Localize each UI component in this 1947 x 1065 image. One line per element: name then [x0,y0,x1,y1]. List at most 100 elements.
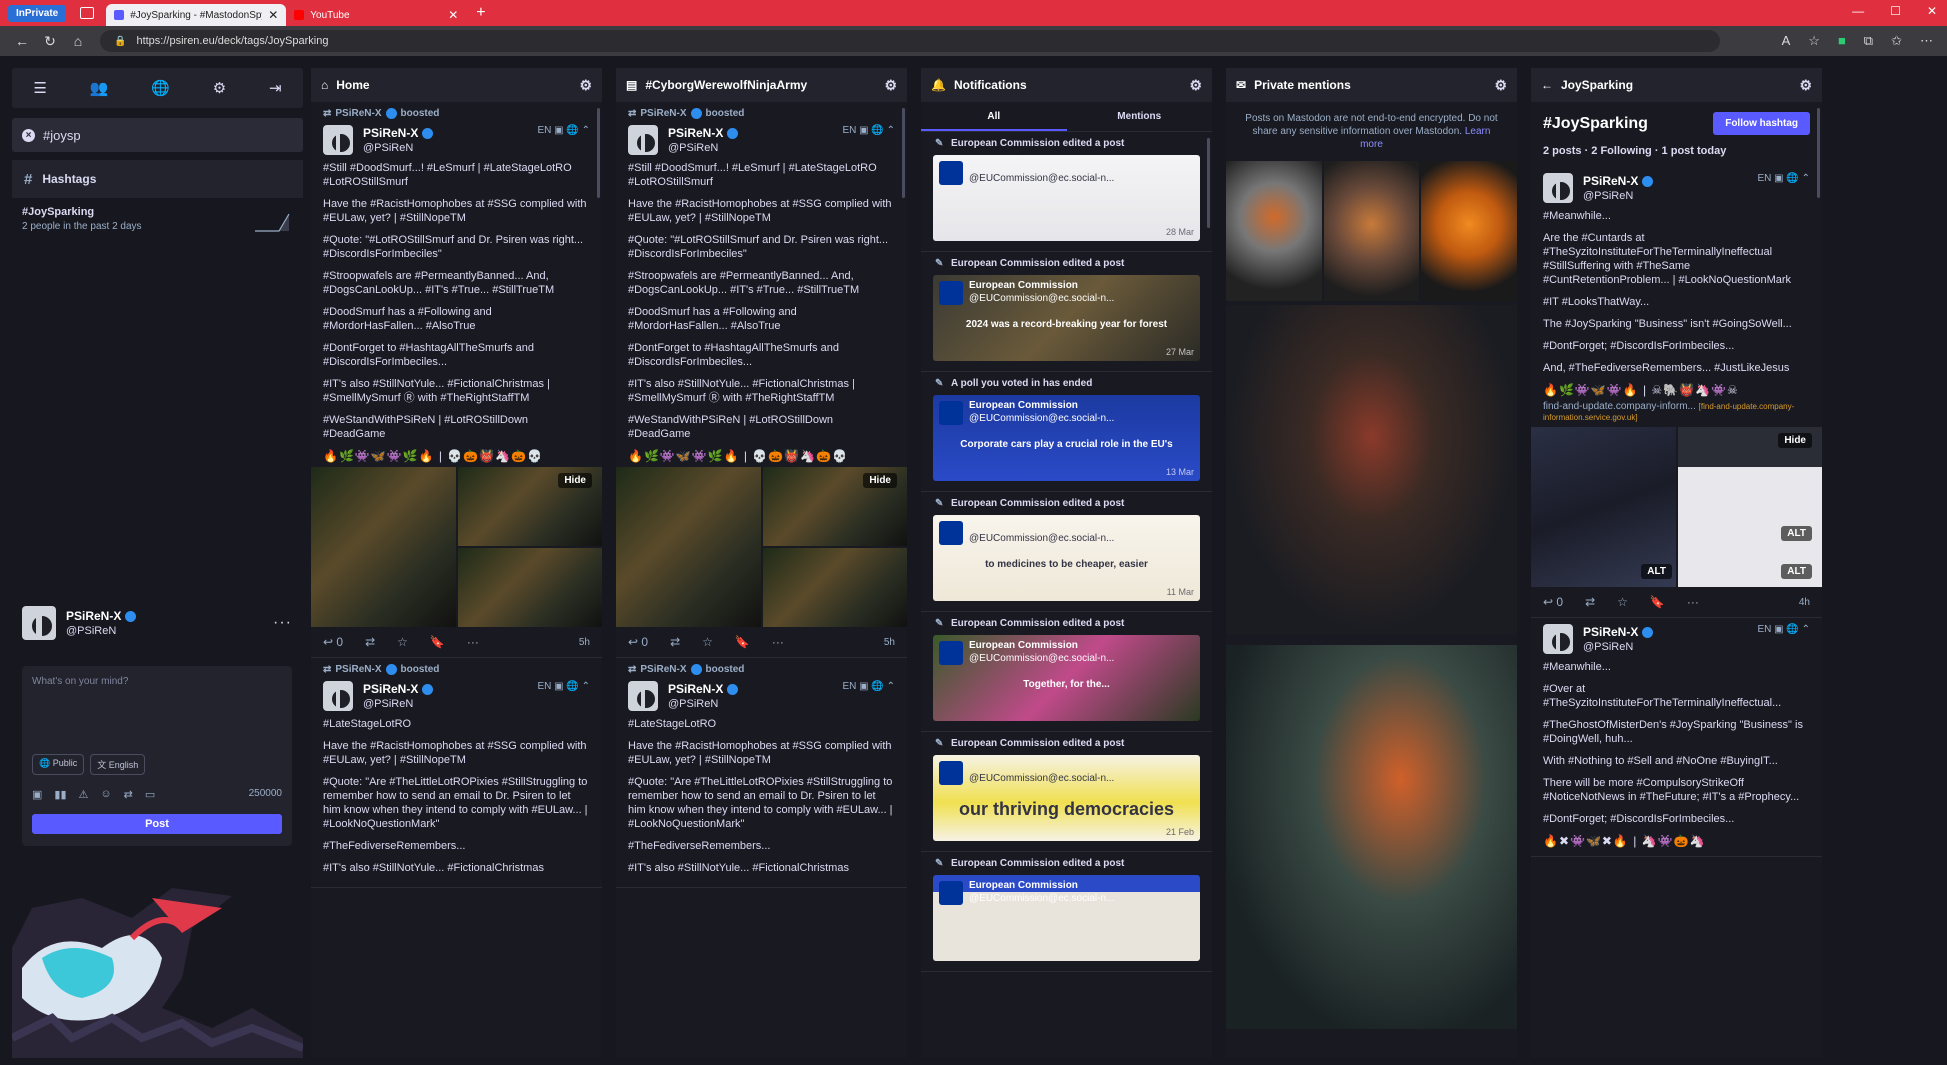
link-text[interactable]: find-and-update.company-inform... [1543,401,1696,412]
media-image[interactable] [616,467,761,627]
alt-badge[interactable]: ALT [1641,564,1672,579]
media-image[interactable] [1677,427,1822,587]
settings-icon[interactable]: ⚙ [213,79,226,97]
notification-item[interactable]: European Commission edited a post @EUComm… [921,732,1212,852]
notification-card[interactable]: @EUCommission@ec.social-n... 28 Mar [933,155,1200,241]
status-author[interactable]: PSiReN-X [1583,174,1638,188]
media-image[interactable] [311,467,456,627]
avatar[interactable] [628,681,658,711]
extensions-icon[interactable]: ⧉ [1864,33,1873,49]
globe-icon[interactable]: 🌐 [151,79,170,97]
search-input[interactable]: × #joysp [12,118,303,152]
tab-joysparking[interactable]: #JoySparking - #MastodonSpyBa ✕ [106,4,287,26]
tab-actions-icon[interactable] [80,7,95,19]
media-image[interactable] [1226,645,1517,1029]
notification-item[interactable]: European Commission edited a post @EUComm… [921,132,1212,252]
column-settings-icon[interactable]: ⚙ [1189,77,1202,94]
media-gallery[interactable] [1226,161,1517,301]
close-window-icon[interactable]: ✕ [1927,4,1937,18]
notification-item[interactable]: European Commission edited a post Europea… [921,252,1212,372]
follow-hashtag-button[interactable]: Follow hashtag [1713,112,1810,135]
post-button[interactable]: Post [32,814,282,834]
booster-name[interactable]: PSiReN-X [335,108,381,119]
alt-badge[interactable]: ALT [1781,564,1812,579]
home-icon[interactable]: ⌂ [64,33,92,49]
wolf-image[interactable] [1226,161,1322,301]
avatar[interactable] [323,681,353,711]
back-icon[interactable]: ← [8,33,36,49]
favourite-button[interactable]: ☆ [1617,595,1628,609]
avatar[interactable] [22,606,56,640]
refresh-icon[interactable]: ↻ [36,33,64,50]
notification-item[interactable]: European Commission edited a post Europea… [921,612,1212,732]
boost-button[interactable]: ⇄ [670,635,680,649]
column-scrollbar[interactable] [597,108,600,198]
maximize-icon[interactable]: ☐ [1890,4,1901,18]
poll-icon[interactable]: ▮▮ [54,788,66,801]
url-input[interactable]: 🔒 https://psiren.eu/deck/tags/JoySparkin… [100,30,1720,52]
favourite-button[interactable]: ☆ [397,635,408,649]
column-settings-icon[interactable]: ⚙ [579,77,592,94]
media-gallery[interactable]: Hide [311,467,602,627]
avatar[interactable] [1543,173,1573,203]
media-image[interactable] [1531,427,1676,587]
notification-item[interactable]: European Commission edited a post @EUComm… [921,492,1212,612]
hide-media-button[interactable]: Hide [558,473,592,488]
read-aloud-icon[interactable]: A [1782,33,1791,49]
column-settings-icon[interactable]: ⚙ [1799,77,1812,94]
column-scrollbar[interactable] [1817,108,1820,198]
inprivate-badge[interactable]: InPrivate [8,4,67,22]
favorite-star-icon[interactable]: ☆ [1808,33,1820,49]
reply-button[interactable]: ↩ 0 [323,635,343,649]
logout-icon[interactable]: ⇥ [269,79,282,97]
booster-name[interactable]: PSiReN-X [335,664,381,675]
boost-button[interactable]: ⇄ [365,635,375,649]
quote-icon[interactable]: ▭ [145,788,155,801]
new-tab-icon[interactable]: + [476,4,485,22]
media-image[interactable] [457,548,602,627]
notification-card[interactable]: @EUCommission@ec.social-n... our thriving… [933,755,1200,841]
status-author[interactable]: PSiReN-X [668,126,723,140]
attach-media-icon[interactable]: ▣ [32,788,42,801]
more-icon[interactable]: ··· [273,614,292,632]
hide-media-button[interactable]: Hide [1778,433,1812,448]
booster-name[interactable]: PSiReN-X [640,664,686,675]
people-icon[interactable]: 👥 [90,79,109,97]
media-gallery[interactable]: Hide ALT ALT ALT [1531,427,1822,587]
booster-name[interactable]: PSiReN-X [640,108,686,119]
back-arrow-icon[interactable]: ← [1541,78,1553,92]
clear-search-icon[interactable]: × [22,128,35,142]
reply-button[interactable]: ↩ 0 [628,635,648,649]
status-author[interactable]: PSiReN-X [1583,625,1638,639]
more-button[interactable]: ··· [1687,595,1699,609]
tab-mentions[interactable]: Mentions [1067,102,1213,131]
close-tab-icon[interactable]: ✕ [268,8,278,22]
emoji-icon[interactable]: ☺ [100,788,111,801]
media-image[interactable] [1226,305,1517,635]
more-button[interactable]: ··· [772,635,784,649]
status-author[interactable]: PSiReN-X [363,682,418,696]
status-time[interactable]: 4h [1799,597,1810,608]
compose-textarea[interactable]: What's on your mind? [32,676,282,687]
share-icon[interactable]: ⇄ [124,788,133,801]
media-image[interactable] [762,548,907,627]
status-time[interactable]: 5h [579,637,590,648]
notification-card[interactable]: European Commission @EUCommission@ec.soci… [933,635,1200,721]
hide-media-button[interactable]: Hide [863,473,897,488]
bookmark-button[interactable]: 🔖 [735,635,750,649]
dog-image[interactable] [1323,161,1420,301]
content-warning-icon[interactable]: ⚠ [79,788,89,801]
favorites-icon[interactable]: ✩ [1891,33,1902,49]
favourite-button[interactable]: ☆ [702,635,713,649]
minimize-icon[interactable]: — [1852,4,1864,18]
bookmark-button[interactable]: 🔖 [430,635,445,649]
column-settings-icon[interactable]: ⚙ [884,77,897,94]
column-scrollbar[interactable] [902,108,905,198]
reply-button[interactable]: ↩ 0 [1543,595,1563,609]
link-preview[interactable]: find-and-update.company-inform... [find-… [1543,401,1810,423]
alt-badge[interactable]: ALT [1781,526,1812,541]
media-gallery[interactable]: Hide [616,467,907,627]
status-time[interactable]: 5h [884,637,895,648]
hashtag-result-item[interactable]: #JoySparking 2 people in the past 2 days [12,198,303,240]
avatar[interactable] [628,125,658,155]
